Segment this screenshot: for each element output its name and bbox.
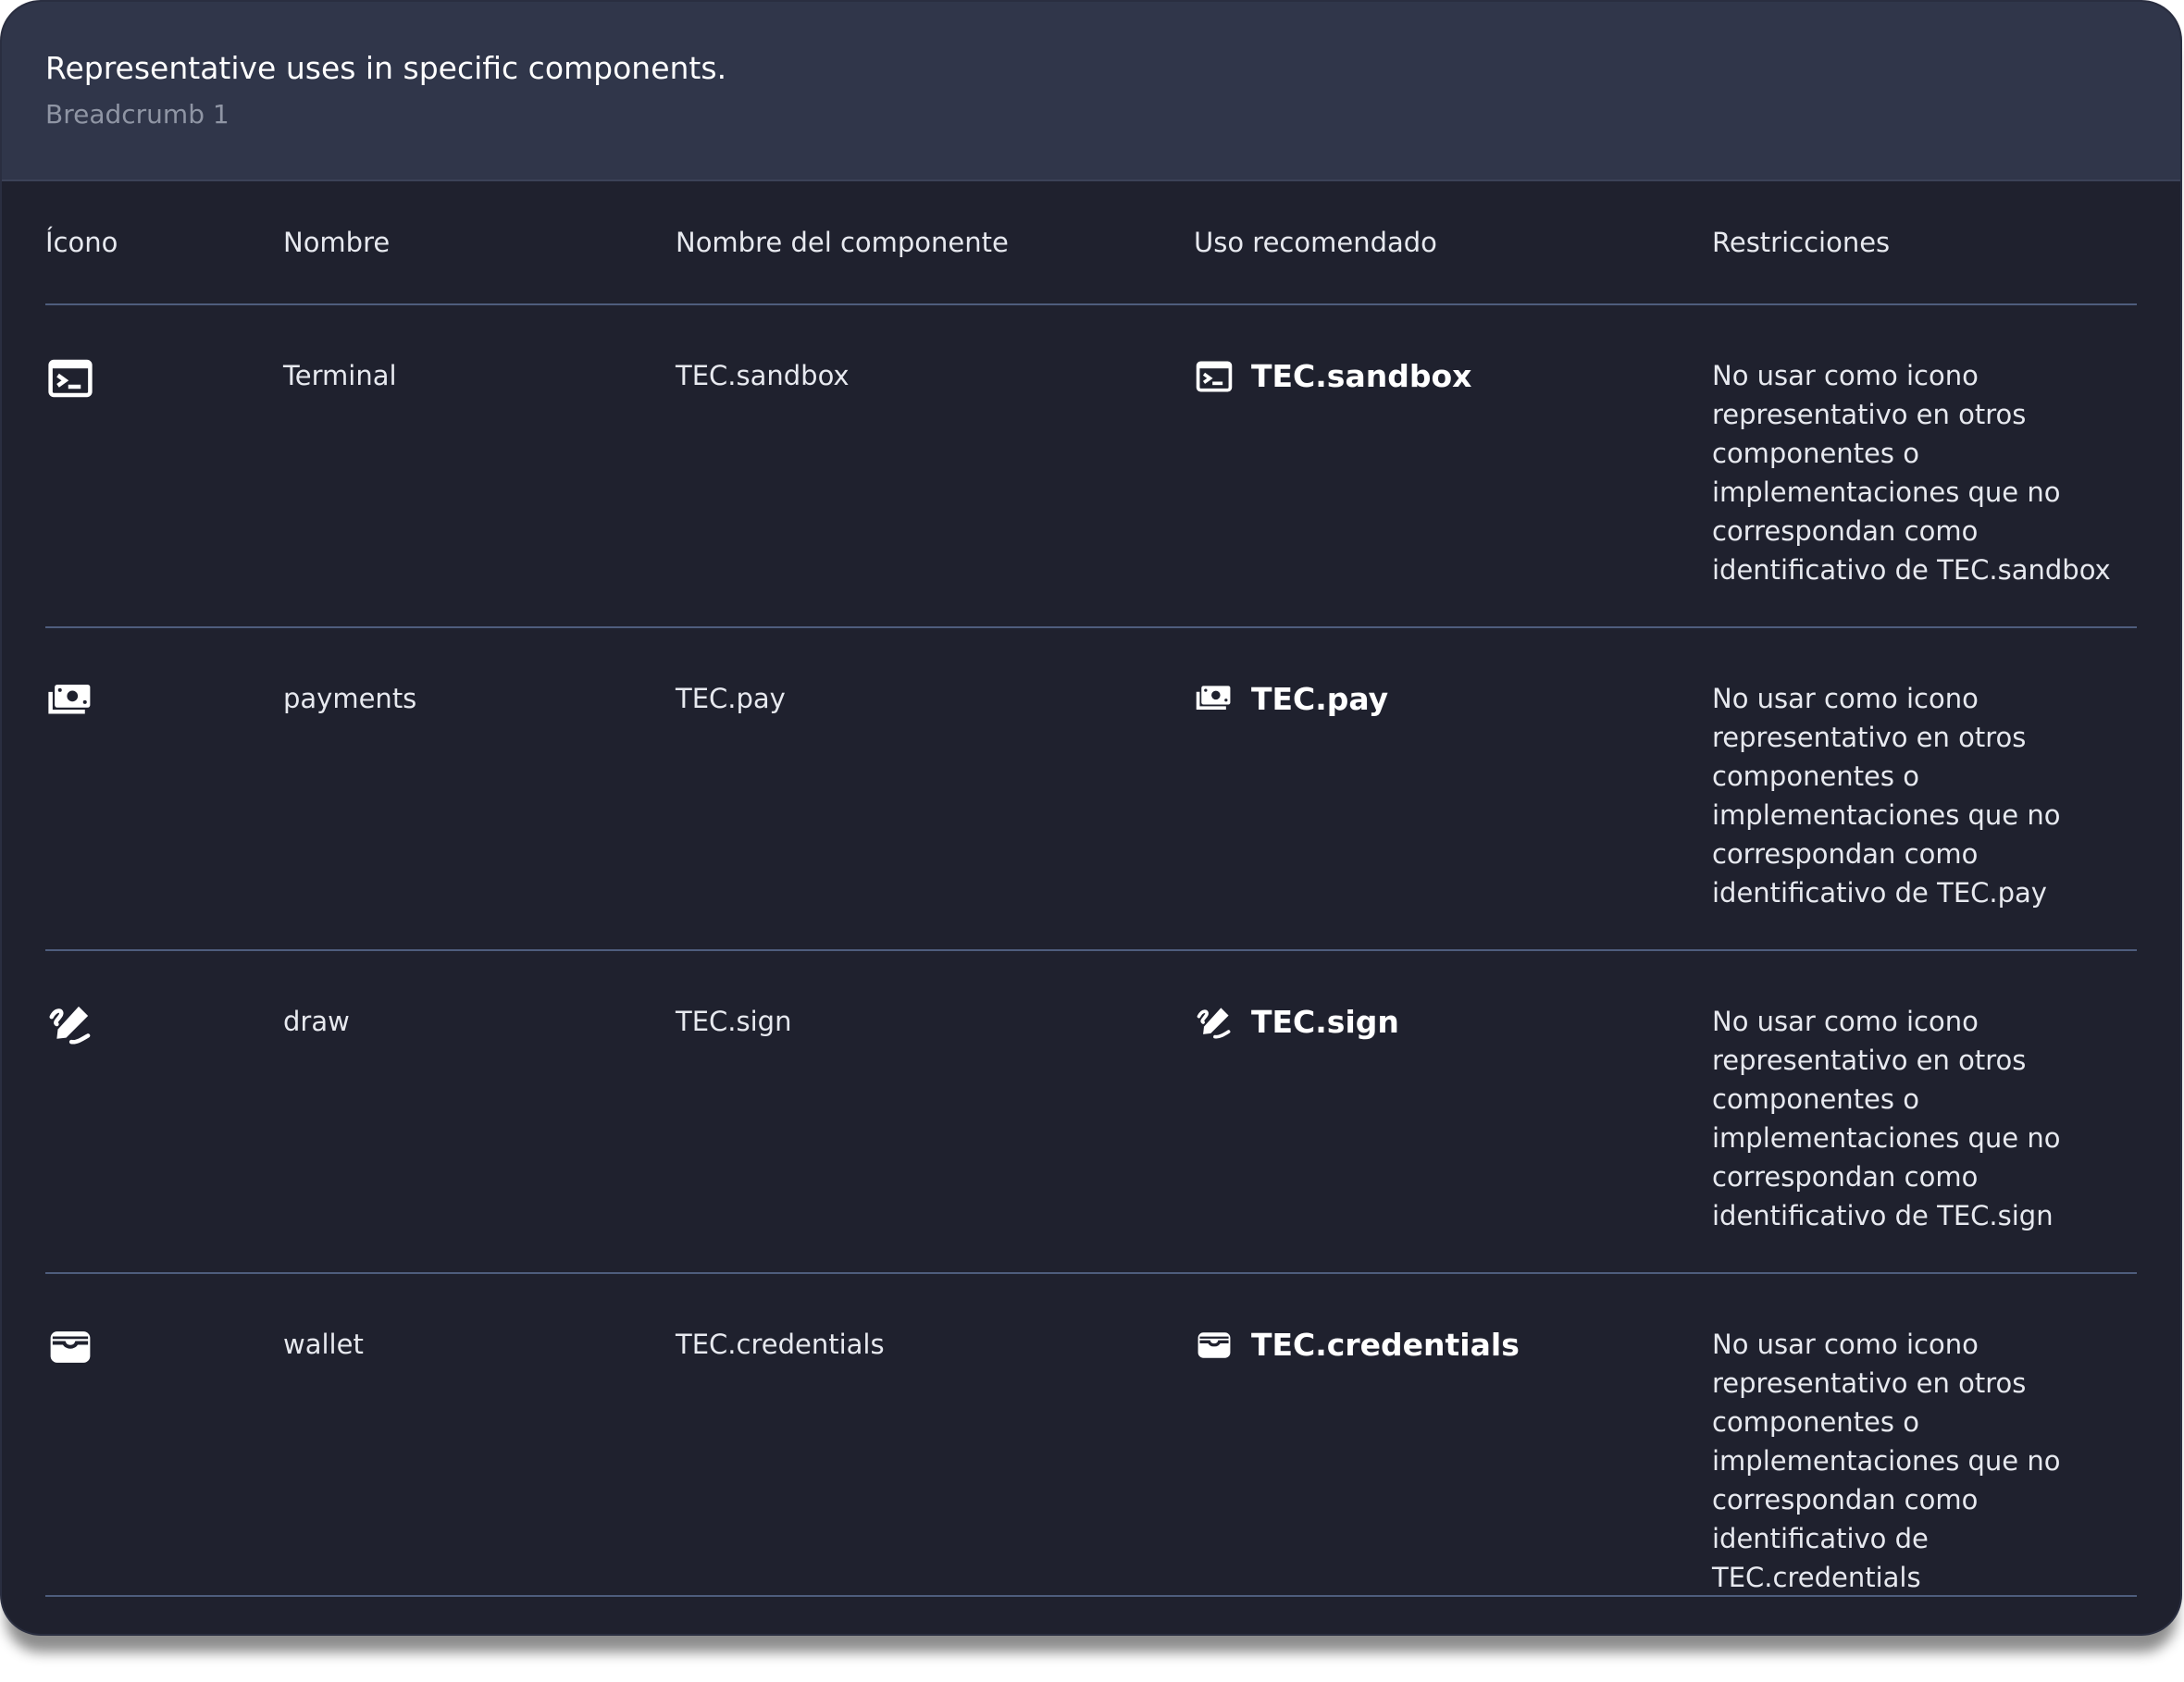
recommended-use: TEC.credentials: [1194, 1325, 1520, 1366]
recommended-use-label: TEC.credentials: [1251, 1327, 1520, 1363]
icon-name: wallet: [283, 1329, 364, 1360]
recommended-use-label: TEC.sandbox: [1251, 358, 1472, 394]
recommended-use: TEC.pay: [1194, 679, 1388, 720]
wallet-icon: [1194, 1325, 1235, 1366]
terminal-icon: [45, 353, 95, 403]
column-header-name: Nombre: [283, 227, 391, 258]
restriction-text: No usar como icono representativo en otr…: [1712, 360, 2111, 586]
restriction-text: No usar como icono representativo en otr…: [1712, 1006, 2061, 1231]
draw-icon: [45, 999, 95, 1049]
column-header-component: Nombre del componente: [676, 227, 1009, 258]
recommended-use-label: TEC.sign: [1251, 1004, 1399, 1040]
payments-icon: [45, 676, 95, 726]
wallet-icon: [45, 1322, 95, 1372]
table-row: payments TEC.pay TEC.pay No usar como ic…: [45, 628, 2137, 951]
draw-icon: [1194, 1002, 1235, 1043]
table-row: Terminal TEC.sandbox TEC.sandbox No usar…: [45, 305, 2137, 628]
table-header: Ícono Nombre Nombre del componente Uso r…: [45, 181, 2137, 305]
icon-usage-table: Ícono Nombre Nombre del componente Uso r…: [45, 181, 2137, 1597]
component-name: TEC.pay: [676, 683, 786, 714]
components-card: Representative uses in specific componen…: [0, 0, 2182, 1636]
payments-icon: [1194, 679, 1235, 720]
recommended-use: TEC.sign: [1194, 1002, 1399, 1043]
icon-name: draw: [283, 1006, 350, 1037]
restriction-text: No usar como icono representativo en otr…: [1712, 1329, 2061, 1593]
component-name: TEC.credentials: [676, 1329, 885, 1360]
column-header-icon: Ícono: [45, 227, 118, 258]
recommended-use-label: TEC.pay: [1251, 681, 1389, 717]
breadcrumb[interactable]: Breadcrumb 1: [45, 96, 2180, 133]
column-header-recommended-use: Uso recomendado: [1194, 227, 1437, 258]
table-row: draw TEC.sign TEC.sign No usar como icon…: [45, 951, 2137, 1274]
icon-name: Terminal: [283, 360, 397, 391]
component-name: TEC.sandbox: [676, 360, 850, 391]
restriction-text: No usar como icono representativo en otr…: [1712, 683, 2061, 909]
table-row: wallet TEC.credentials TEC.credentials N…: [45, 1274, 2137, 1597]
page-title: Representative uses in specific componen…: [45, 50, 727, 86]
terminal-icon: [1194, 356, 1235, 397]
icon-name: payments: [283, 683, 417, 714]
recommended-use: TEC.sandbox: [1194, 356, 1471, 397]
column-header-restrictions: Restricciones: [1712, 227, 1891, 258]
component-name: TEC.sign: [676, 1006, 792, 1037]
card-header: Representative uses in specific componen…: [2, 2, 2180, 181]
